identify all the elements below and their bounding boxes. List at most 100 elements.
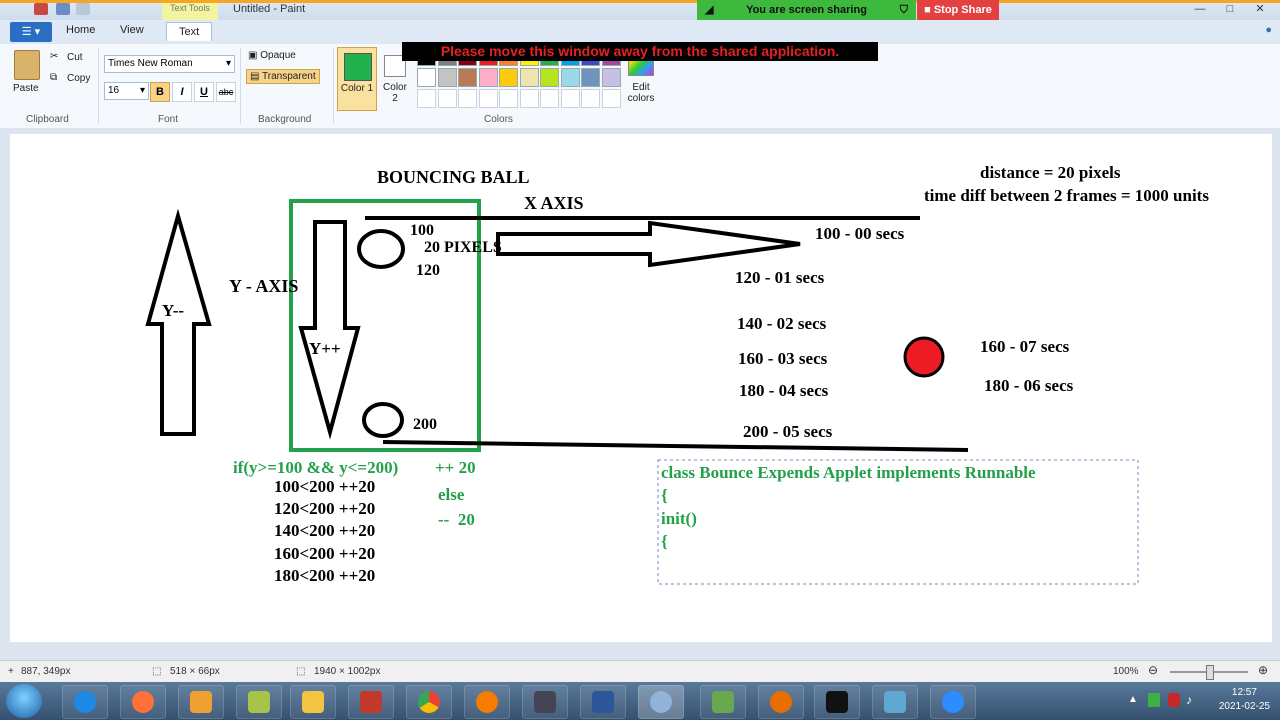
transparent-button[interactable]: ▤ Transparent [246,69,320,84]
java-icon[interactable] [758,685,804,719]
explorer-icon[interactable] [290,685,336,719]
cut-button[interactable]: Cut [67,52,83,63]
color1-button[interactable]: Color 1 [337,47,377,111]
selection-icon: ⬚ [152,666,162,677]
image-size: 1940 × 1002px [314,666,381,677]
distance-note: distance = 20 pixels [980,163,1121,182]
copy-button[interactable]: Copy [67,73,90,84]
palette-swatch[interactable] [560,68,580,87]
save-icon[interactable] [34,3,48,15]
edit-colors-button[interactable]: Edit colors [624,82,658,104]
palette-swatch[interactable] [601,89,621,108]
screen-sharing-banner[interactable]: ◢ You are screen sharing ⛉ [697,0,916,20]
tray-app-icon[interactable] [1148,693,1160,707]
undo-icon[interactable] [56,3,70,15]
pin-icon[interactable]: ◢ [705,0,713,20]
palette-swatch[interactable] [540,68,559,87]
cursor-position: 887, 349px [21,666,71,677]
palette-swatch[interactable] [519,68,539,87]
divider [98,48,99,124]
drawing-canvas[interactable]: BOUNCING BALL X AXIS Y - AXIS Y-- Y++ di… [10,134,1272,642]
zoom-in-icon[interactable]: ⊕ [1258,663,1268,677]
palette-swatch[interactable] [601,68,621,87]
code-line-2[interactable]: init() [661,509,697,529]
paste-button[interactable]: Paste [13,83,39,94]
ie-icon[interactable] [62,685,108,719]
cmd-icon[interactable] [814,685,860,719]
paint-icon[interactable] [638,685,684,719]
tab-text[interactable]: Text [166,22,213,41]
time-label-5: 200 - 05 secs [743,422,833,441]
color2-label: Color 2 [383,82,407,104]
word-icon[interactable] [580,685,626,719]
tray-network-icon[interactable] [1168,693,1180,707]
stop-share-button[interactable]: ■ Stop Share [917,0,999,20]
font-family-select[interactable]: Times New Roman ▾ [104,55,235,73]
photo-viewer-icon[interactable] [872,685,918,719]
time-label-1: 120 - 01 secs [735,268,825,287]
palette-swatch[interactable] [437,89,457,108]
palette-swatch[interactable] [499,68,518,87]
condition-text: if(y>=100 && y<=200) [233,458,399,477]
cursor-icon: + [8,666,14,677]
opaque-button[interactable]: ▣ Opaque [248,50,296,61]
underline-button[interactable]: U [194,82,214,102]
bold-button[interactable]: B [150,82,170,102]
start-button[interactable] [6,684,42,718]
palette-swatch[interactable] [540,89,559,108]
italic-button[interactable]: I [172,82,192,102]
close-icon[interactable]: ✕ [1248,3,1272,16]
minimize-icon[interactable]: — [1188,3,1212,16]
zoom-icon[interactable] [930,685,976,719]
transparent-label: Transparent [262,71,316,82]
palette-swatch[interactable] [499,89,518,108]
firefox-icon[interactable] [120,685,166,719]
taskbar: ▲ ♪ 12:57 2021-02-25 [0,682,1280,720]
strikethrough-button[interactable]: abc [216,82,236,102]
editor-icon[interactable] [700,685,746,719]
zoom-slider-thumb[interactable] [1206,665,1214,680]
media-player-icon[interactable] [464,685,510,719]
app-icon[interactable] [348,685,394,719]
palette-swatch[interactable] [519,89,539,108]
clock[interactable]: 12:57 2021-02-25 [1219,686,1270,714]
app-icon[interactable] [178,685,224,719]
palette-swatch[interactable] [478,68,498,87]
text-tools-context-tab: Text Tools [162,0,218,20]
chrome-icon[interactable] [406,685,452,719]
sql-icon[interactable] [522,685,568,719]
redo-icon[interactable] [76,3,90,15]
code-line-3[interactable]: { [661,532,668,552]
volume-icon[interactable]: ♪ [1186,693,1192,707]
zoom-out-icon[interactable]: ⊖ [1148,663,1158,677]
y-axis-label: Y - AXIS [229,276,299,296]
help-icon[interactable]: ● [1265,24,1272,36]
palette-swatch[interactable] [581,89,600,108]
paste-icon[interactable] [14,50,40,80]
notes-icon[interactable] [236,685,282,719]
palette-swatch[interactable] [437,68,457,87]
font-size-select[interactable]: 16 ▾ [104,82,149,100]
file-menu-button[interactable]: ☰ ▾ [10,22,52,42]
tray-expand-icon[interactable]: ▲ [1128,694,1138,705]
tab-view[interactable]: View [120,24,144,36]
tab-home[interactable]: Home [66,24,95,36]
palette-swatch[interactable] [417,68,436,87]
canvas-area: BOUNCING BALL X AXIS Y - AXIS Y-- Y++ di… [0,128,1280,660]
maximize-icon[interactable]: □ [1218,3,1242,16]
code-line-0[interactable]: class Bounce Expends Applet implements R… [661,463,1036,483]
palette-swatch[interactable] [560,89,580,108]
label-20-pixels: 20 PIXELS [424,239,502,256]
palette-swatch[interactable] [458,89,477,108]
palette-swatch[interactable] [458,68,477,87]
copy-icon[interactable]: ⧉ [50,72,57,83]
minus20-text: -- 20 [438,510,475,529]
code-line-1[interactable]: { [661,486,668,506]
palette-swatch[interactable] [478,89,498,108]
label-200: 200 [413,416,437,433]
palette-swatch[interactable] [417,89,436,108]
palette-swatch[interactable] [581,68,600,87]
label-100: 100 [410,222,434,239]
cut-icon[interactable]: ✂ [50,51,58,62]
color1-label: Color 1 [340,83,374,94]
